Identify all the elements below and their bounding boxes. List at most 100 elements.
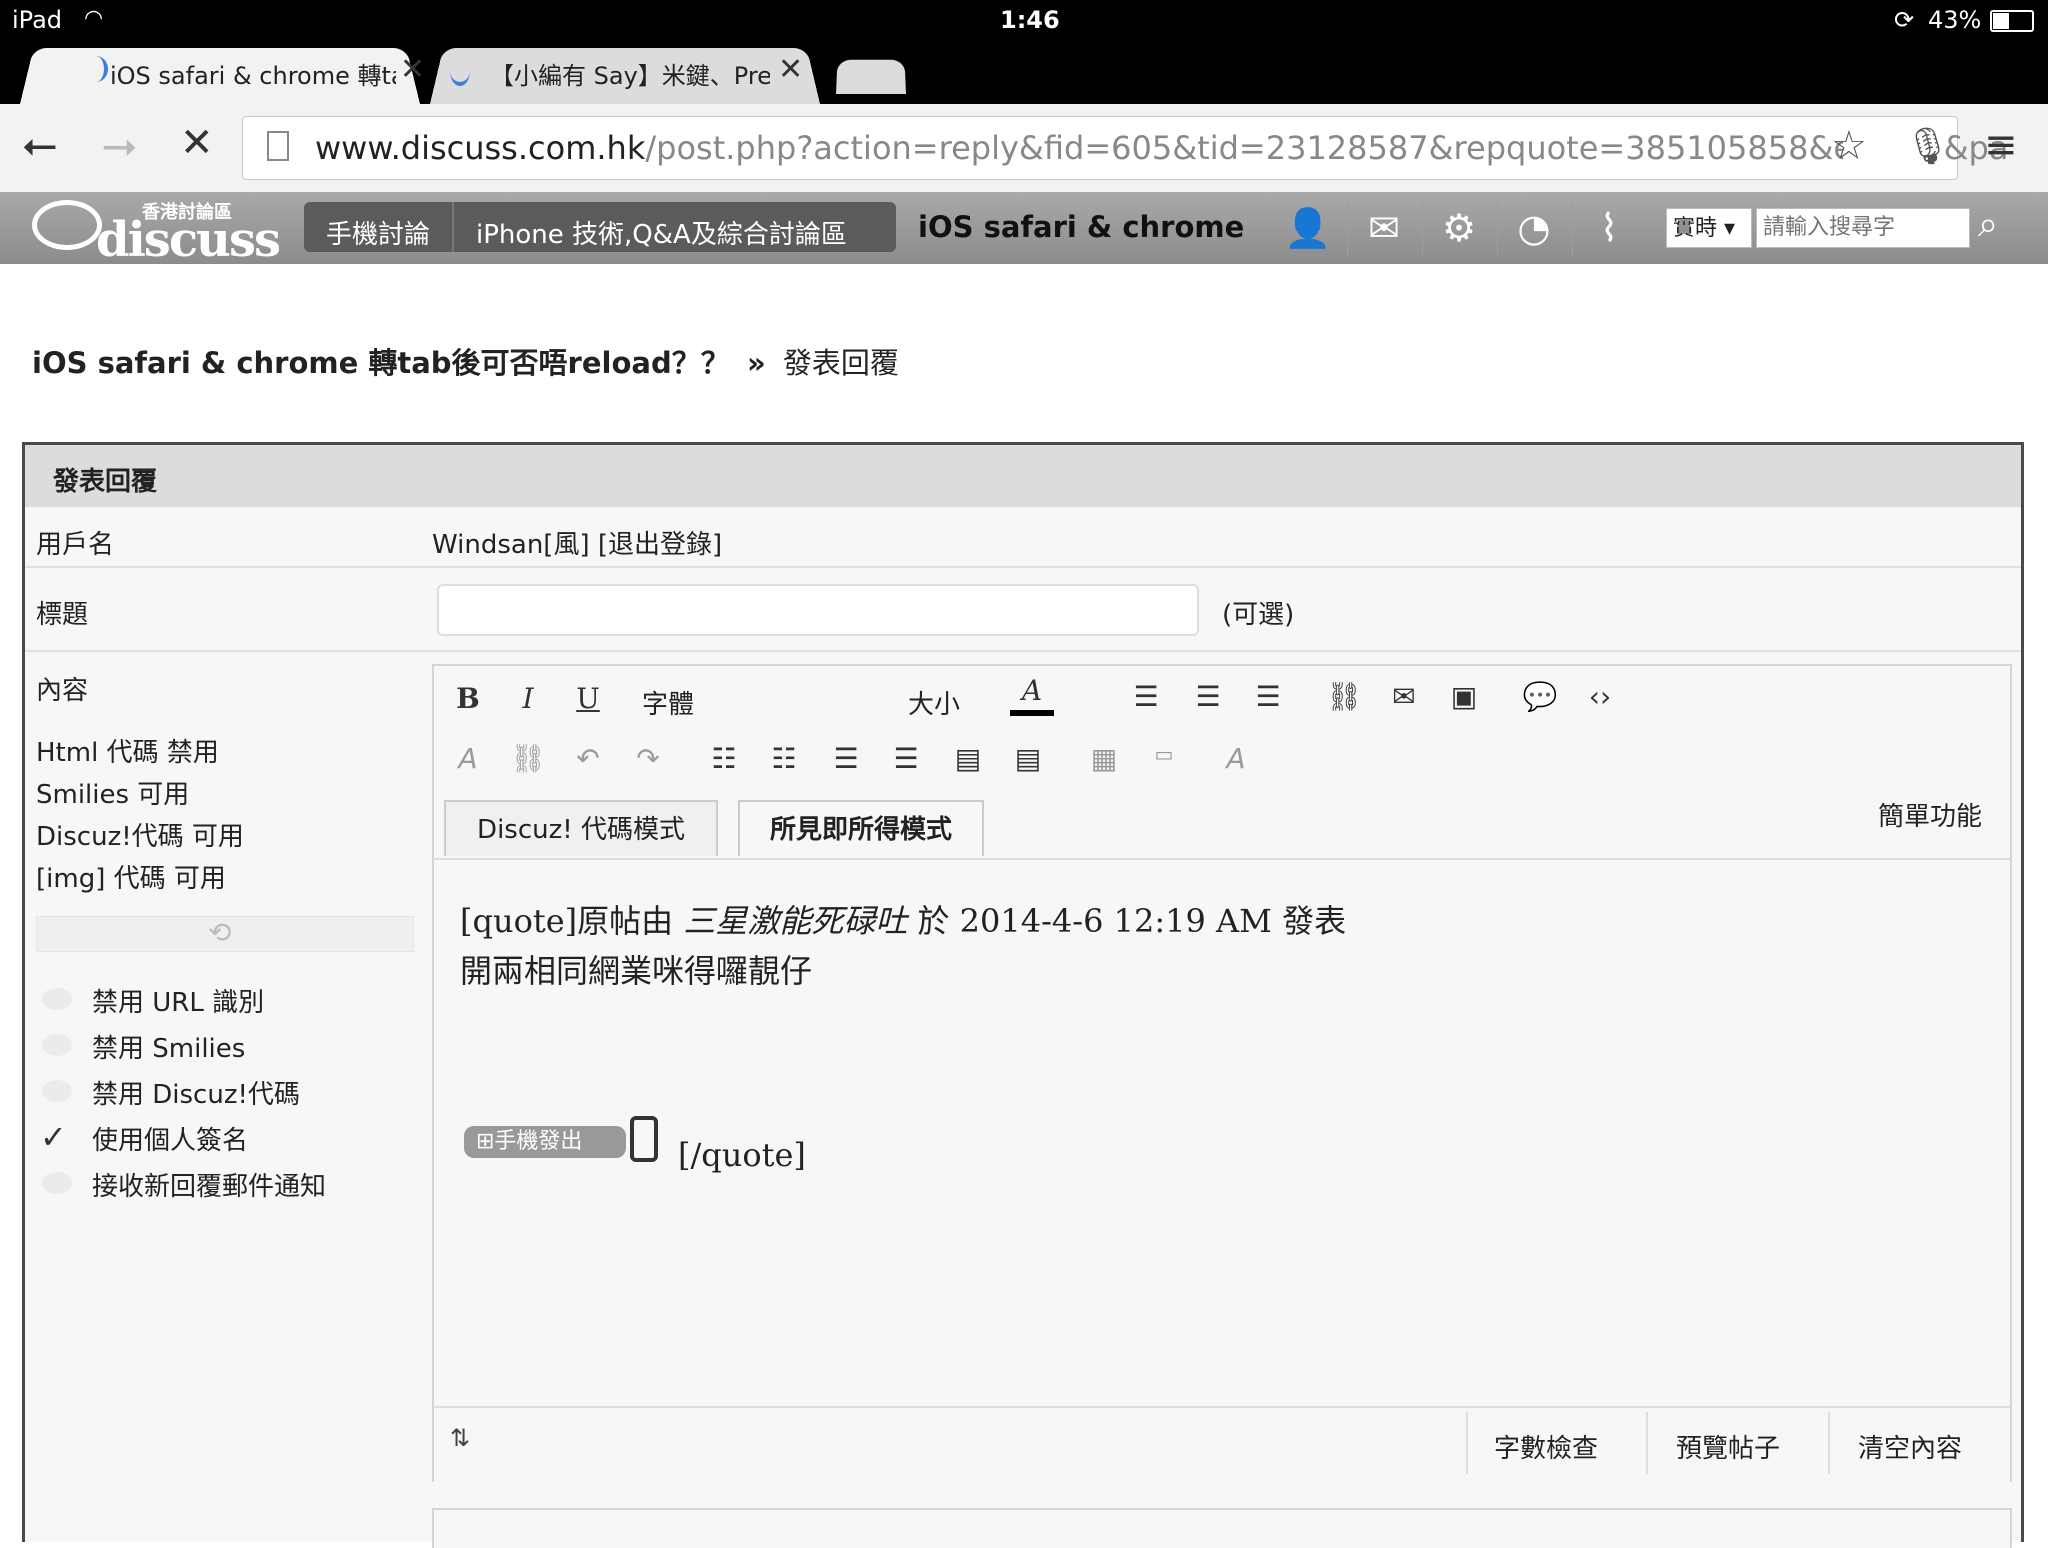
option-email-notify: 接收新回覆郵件通知 [92,1172,327,1202]
preview-button[interactable]: 預覽帖子 [1676,1428,1780,1465]
subject-input[interactable] [437,584,1199,636]
tab-active[interactable]: iOS safari & chrome 轉tab ✕ [20,40,425,104]
link-icon[interactable]: ⛓ [1322,680,1366,713]
logout-link[interactable]: [退出登錄] [598,530,722,560]
stop-icon[interactable]: ✕ [180,118,214,168]
checkbox-disable-url[interactable] [42,988,72,1010]
clock: 1:46 [1000,6,1060,34]
align-right-icon[interactable]: ☰ [1246,680,1290,713]
checkbox-email-notify[interactable] [42,1172,72,1194]
new-tab-button[interactable] [836,56,906,94]
unordered-list-icon[interactable]: ☷ [762,742,806,775]
option-disable-discuz: 禁用 Discuz!代碼 [92,1080,300,1110]
subject-label: 標題 [36,600,89,630]
italic-button[interactable]: I [506,682,550,715]
close-icon[interactable]: ✕ [400,52,425,87]
underline-button[interactable]: U [566,682,610,715]
gear-icon[interactable]: ⚙ [1422,200,1495,256]
code-icon[interactable]: ‹› [1578,680,1622,713]
form-header: 發表回覆 [25,445,2021,507]
rule-img: [img] 代碼 可用 [36,864,226,894]
align-center-icon[interactable]: ☰ [1186,680,1230,713]
url-text: www.discuss.com.hk/post.php?action=reply… [315,129,2009,167]
address-bar[interactable]: www.discuss.com.hk/post.php?action=reply… [242,116,2008,180]
logo[interactable]: discuss [96,212,281,268]
battery-icon [1990,10,2034,32]
tab-discuz-code[interactable]: Discuz! 代碼模式 [444,800,718,856]
resize-icon[interactable]: ⇅ [450,1424,470,1452]
microphone-icon[interactable]: 🎙 [1905,125,1951,167]
loading-icon [84,56,108,82]
image-icon[interactable]: ▣ [1442,680,1486,713]
tab-title: iOS safari & chrome 轉tab [110,62,396,90]
content-line-2: 開兩相同網業咪得囉靚仔 [460,952,813,990]
option-disable-url: 禁用 URL 識別 [92,988,265,1018]
outdent-icon[interactable]: ☰ [824,742,868,775]
size-select[interactable]: 大小 [908,684,960,721]
breadcrumb-item-mobile[interactable]: 手機討論 [326,214,430,251]
forum-name[interactable]: iOS safari & chrome [918,210,1244,244]
rss-icon[interactable]: ◔ [1497,200,1570,256]
email-icon[interactable]: ✉ [1382,680,1426,713]
search-input[interactable] [1756,208,1970,248]
page-icon [267,131,289,161]
option-disable-smilies: 禁用 Smilies [92,1034,246,1064]
checkbox-signature-check-icon[interactable]: ✓ [40,1118,67,1156]
simple-mode-link[interactable]: 簡單功能 [1878,796,1982,833]
float-left-icon[interactable]: ▤ [946,742,990,775]
wifi-icon: ◠ [84,6,104,31]
content-quote-end: [/quote] [678,1136,806,1174]
username-value: Windsan[風] [退出登錄] [432,530,723,560]
redo-icon[interactable]: ↷ [626,742,670,775]
paperclip-icon[interactable]: ⌇ [1572,200,1645,256]
menu-icon[interactable]: ≡ [1984,120,2018,170]
rule-discuz: Discuz!代碼 可用 [36,822,244,852]
device-name: iPad [12,6,63,34]
rule-smilies: Smilies 可用 [36,780,190,810]
star-icon[interactable]: ☆ [1831,123,1867,169]
unlink-icon[interactable]: ⛓ [506,742,550,775]
remove-format-icon[interactable]: A [446,742,490,775]
tab-wysiwyg[interactable]: 所見即所得模式 [738,800,984,856]
page-title: iOS safari & chrome 轉tab後可否唔reload？？ » 發… [32,346,899,380]
tab-title: 【小編有 Say】米鍵、Pres [490,62,770,90]
tab-loading[interactable]: 【小編有 Say】米鍵、Pres ✕ [430,40,820,104]
clear-content-button[interactable]: 清空內容 [1858,1428,1962,1465]
mail-icon[interactable]: ✉ [1347,200,1420,256]
content-line-1: [quote]原帖由 三星激能死碌吐 於 2014-4-6 12:19 AM 發… [460,902,1347,940]
username-label: 用戶名 [36,530,115,560]
free-icon[interactable]: ▭ [1142,742,1186,766]
phone-icon [630,1116,658,1162]
word-count-button[interactable]: 字數檢查 [1494,1428,1598,1465]
font-style-icon[interactable]: A [1214,742,1258,775]
breadcrumb-item-iphone[interactable]: iPhone 技術,Q&A及綜合討論區 [476,214,847,251]
forward-arrow-icon[interactable]: ⭢ [102,120,137,170]
undo-icon[interactable]: ↶ [566,742,610,775]
rule-html: Html 代碼 禁用 [36,738,219,768]
align-left-icon[interactable]: ☰ [1124,680,1168,713]
float-right-icon[interactable]: ▤ [1006,742,1050,775]
search-icon[interactable]: ⌕ [1978,204,1998,246]
refresh-icon[interactable]: ⟲ [208,916,231,949]
checkbox-disable-discuz[interactable] [42,1080,72,1102]
indent-icon[interactable]: ☰ [884,742,928,775]
bold-button[interactable]: B [446,682,490,715]
attachment-area [432,1508,2012,1548]
checkbox-disable-smilies[interactable] [42,1034,72,1056]
loading-icon [450,56,470,86]
optional-note: (可選) [1222,600,1295,630]
text-color-button[interactable]: A [1010,674,1054,716]
quote-icon[interactable]: 💬 [1518,680,1562,713]
action-label: 發表回覆 [782,346,899,380]
close-icon[interactable]: ✕ [778,52,803,87]
breadcrumb: 手機討論 iPhone 技術,Q&A及綜合討論區 [304,202,896,252]
back-arrow-icon[interactable]: ⭠ [22,120,57,170]
user-icon[interactable]: 👤 [1272,200,1344,256]
search-mode-select[interactable]: 實時 ▾ [1666,208,1752,248]
font-select[interactable]: 字體 [642,684,694,721]
rotation-lock-icon: ⟳ [1894,6,1915,34]
table-icon[interactable]: ▦ [1082,742,1126,775]
ordered-list-icon[interactable]: ☷ [702,742,746,775]
content-label: 內容 [36,676,89,706]
thread-title-link[interactable]: iOS safari & chrome 轉tab後可否唔reload？？ [32,346,730,380]
